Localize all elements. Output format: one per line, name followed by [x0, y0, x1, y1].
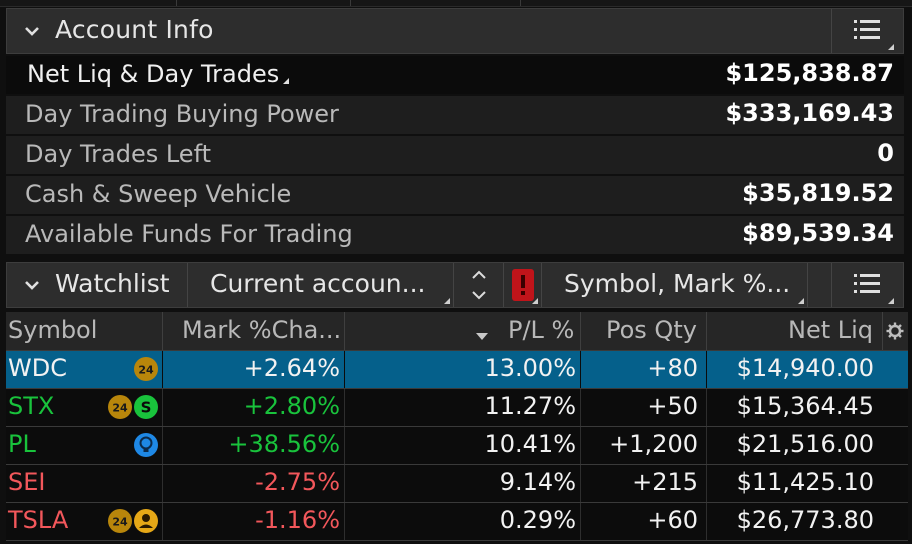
alert-button[interactable] [503, 263, 541, 307]
table-row[interactable]: WDC 24 +2.64% 13.00% +80 $14,940.00 [6, 351, 908, 389]
pl-pct-cell: 11.27% [484, 392, 576, 420]
list-selector-label: Current accoun... [210, 269, 426, 298]
pos-qty-cell: +80 [647, 354, 698, 382]
mark-change-cell: +38.56% [228, 430, 340, 458]
svg-text:S: S [141, 399, 152, 417]
pl-pct-cell: 13.00% [484, 354, 576, 382]
account-row-value: $125,838.87 [725, 59, 894, 87]
account-row-net-liq[interactable]: Net Liq & Day Trades $125,838.87 [6, 56, 904, 94]
mark-change-cell: +2.64% [243, 354, 340, 382]
symbol-cell: TSLA [8, 506, 69, 534]
account-row-label: Day Trades Left [25, 140, 212, 168]
pos-qty-cell: +1,200 [609, 430, 698, 458]
account-row-label: Day Trading Buying Power [25, 100, 339, 128]
symbol-cell: PL [8, 430, 36, 458]
account-row-value: 0 [877, 139, 894, 167]
top-strip [0, 0, 912, 7]
table-row[interactable]: TSLA 24 -1.16% 0.29% +60 $26,773.80 [6, 503, 908, 541]
symbol-cell: WDC [8, 354, 67, 382]
up-down-arrows-icon [471, 269, 487, 305]
pl-pct-cell: 10.41% [484, 430, 576, 458]
account-info-title: Account Info [55, 15, 214, 44]
table-row[interactable]: SEI -2.75% 9.14% +215 $11,425.10 [6, 465, 908, 503]
column-header-symbol[interactable]: Symbol [8, 316, 97, 344]
watchlist-table: Symbol Mark %Cha... P/L % Pos Qty Net Li… [6, 312, 908, 541]
watchlist-title: Watchlist [55, 269, 170, 298]
net-liq-cell: $11,425.10 [736, 468, 874, 496]
account-menu-button[interactable] [831, 9, 897, 53]
column-separator [807, 263, 831, 307]
symbol-cell: SEI [8, 468, 46, 496]
pos-qty-cell: +215 [632, 468, 698, 496]
alert-icon [512, 269, 534, 305]
svg-text:24: 24 [138, 364, 154, 377]
columns-selector-label: Symbol, Mark %... [564, 269, 791, 298]
table-header-row: Symbol Mark %Cha... P/L % Pos Qty Net Li… [6, 312, 908, 351]
svg-text:24: 24 [112, 516, 128, 529]
account-row-day-trading-buying-power: Day Trading Buying Power $333,169.43 [6, 96, 904, 134]
earnings-24-icon: 24 [134, 357, 158, 381]
watchlist-header: Watchlist Current accoun... Symbol, Mark… [6, 262, 904, 308]
column-header-mark-change[interactable]: Mark %Cha... [182, 316, 341, 344]
chevron-down-icon[interactable] [25, 280, 39, 290]
menu-icon [854, 273, 880, 299]
pos-qty-cell: +50 [647, 392, 698, 420]
table-row[interactable]: PL +38.56% 10.41% +1,200 $21,516.00 [6, 427, 908, 465]
account-row-label: Net Liq & Day Trades [27, 60, 290, 88]
net-liq-cell: $15,364.45 [736, 392, 874, 420]
column-header-net-liq[interactable]: Net Liq [788, 316, 873, 344]
account-row-value: $89,539.34 [742, 219, 894, 247]
account-row-value: $35,819.52 [742, 179, 894, 207]
account-row-label: Cash & Sweep Vehicle [25, 180, 292, 208]
column-header-pos-qty[interactable]: Pos Qty [606, 316, 697, 344]
net-liq-cell: $21,516.00 [736, 430, 874, 458]
sort-down-icon [476, 326, 488, 345]
earnings-24-icon: 24 [108, 395, 132, 419]
table-row[interactable]: STX 24 S +2.80% 11.27% +50 $15,364.45 [6, 389, 908, 427]
account-row-cash-sweep: Cash & Sweep Vehicle $35,819.52 [6, 176, 904, 214]
person-icon [134, 509, 158, 533]
watchlist-menu-button[interactable] [831, 263, 897, 307]
mark-change-cell: -2.75% [255, 468, 340, 496]
mark-change-cell: -1.16% [255, 506, 340, 534]
pos-qty-cell: +60 [647, 506, 698, 534]
account-row-day-trades-left: Day Trades Left 0 [6, 136, 904, 174]
net-liq-cell: $26,773.80 [736, 506, 874, 534]
mark-change-cell: +2.80% [243, 392, 340, 420]
menu-icon [854, 19, 880, 45]
pl-pct-cell: 9.14% [499, 468, 576, 496]
symbol-cell: STX [8, 392, 55, 420]
account-row-value: $333,169.43 [725, 99, 894, 127]
reorder-button[interactable] [453, 263, 503, 307]
account-row-available-funds: Available Funds For Trading $89,539.34 [6, 216, 904, 254]
account-info-header[interactable]: Account Info [6, 8, 904, 54]
svg-text:24: 24 [112, 402, 128, 415]
chevron-down-icon[interactable] [25, 26, 39, 36]
columns-selector[interactable]: Symbol, Mark %... [541, 263, 807, 307]
dividend-s-icon: S [134, 395, 158, 419]
net-liq-cell: $14,940.00 [736, 354, 874, 382]
account-info-rows: Net Liq & Day Trades $125,838.87 Day Tra… [6, 56, 904, 256]
earnings-24-icon: 24 [108, 509, 132, 533]
watchlist-list-selector[interactable]: Current accoun... [187, 263, 453, 307]
account-row-label: Available Funds For Trading [25, 220, 353, 248]
gear-icon[interactable] [886, 322, 904, 344]
column-header-pl-pct[interactable]: P/L % [508, 316, 574, 344]
pl-pct-cell: 0.29% [499, 506, 576, 534]
bulb-icon [134, 433, 158, 457]
